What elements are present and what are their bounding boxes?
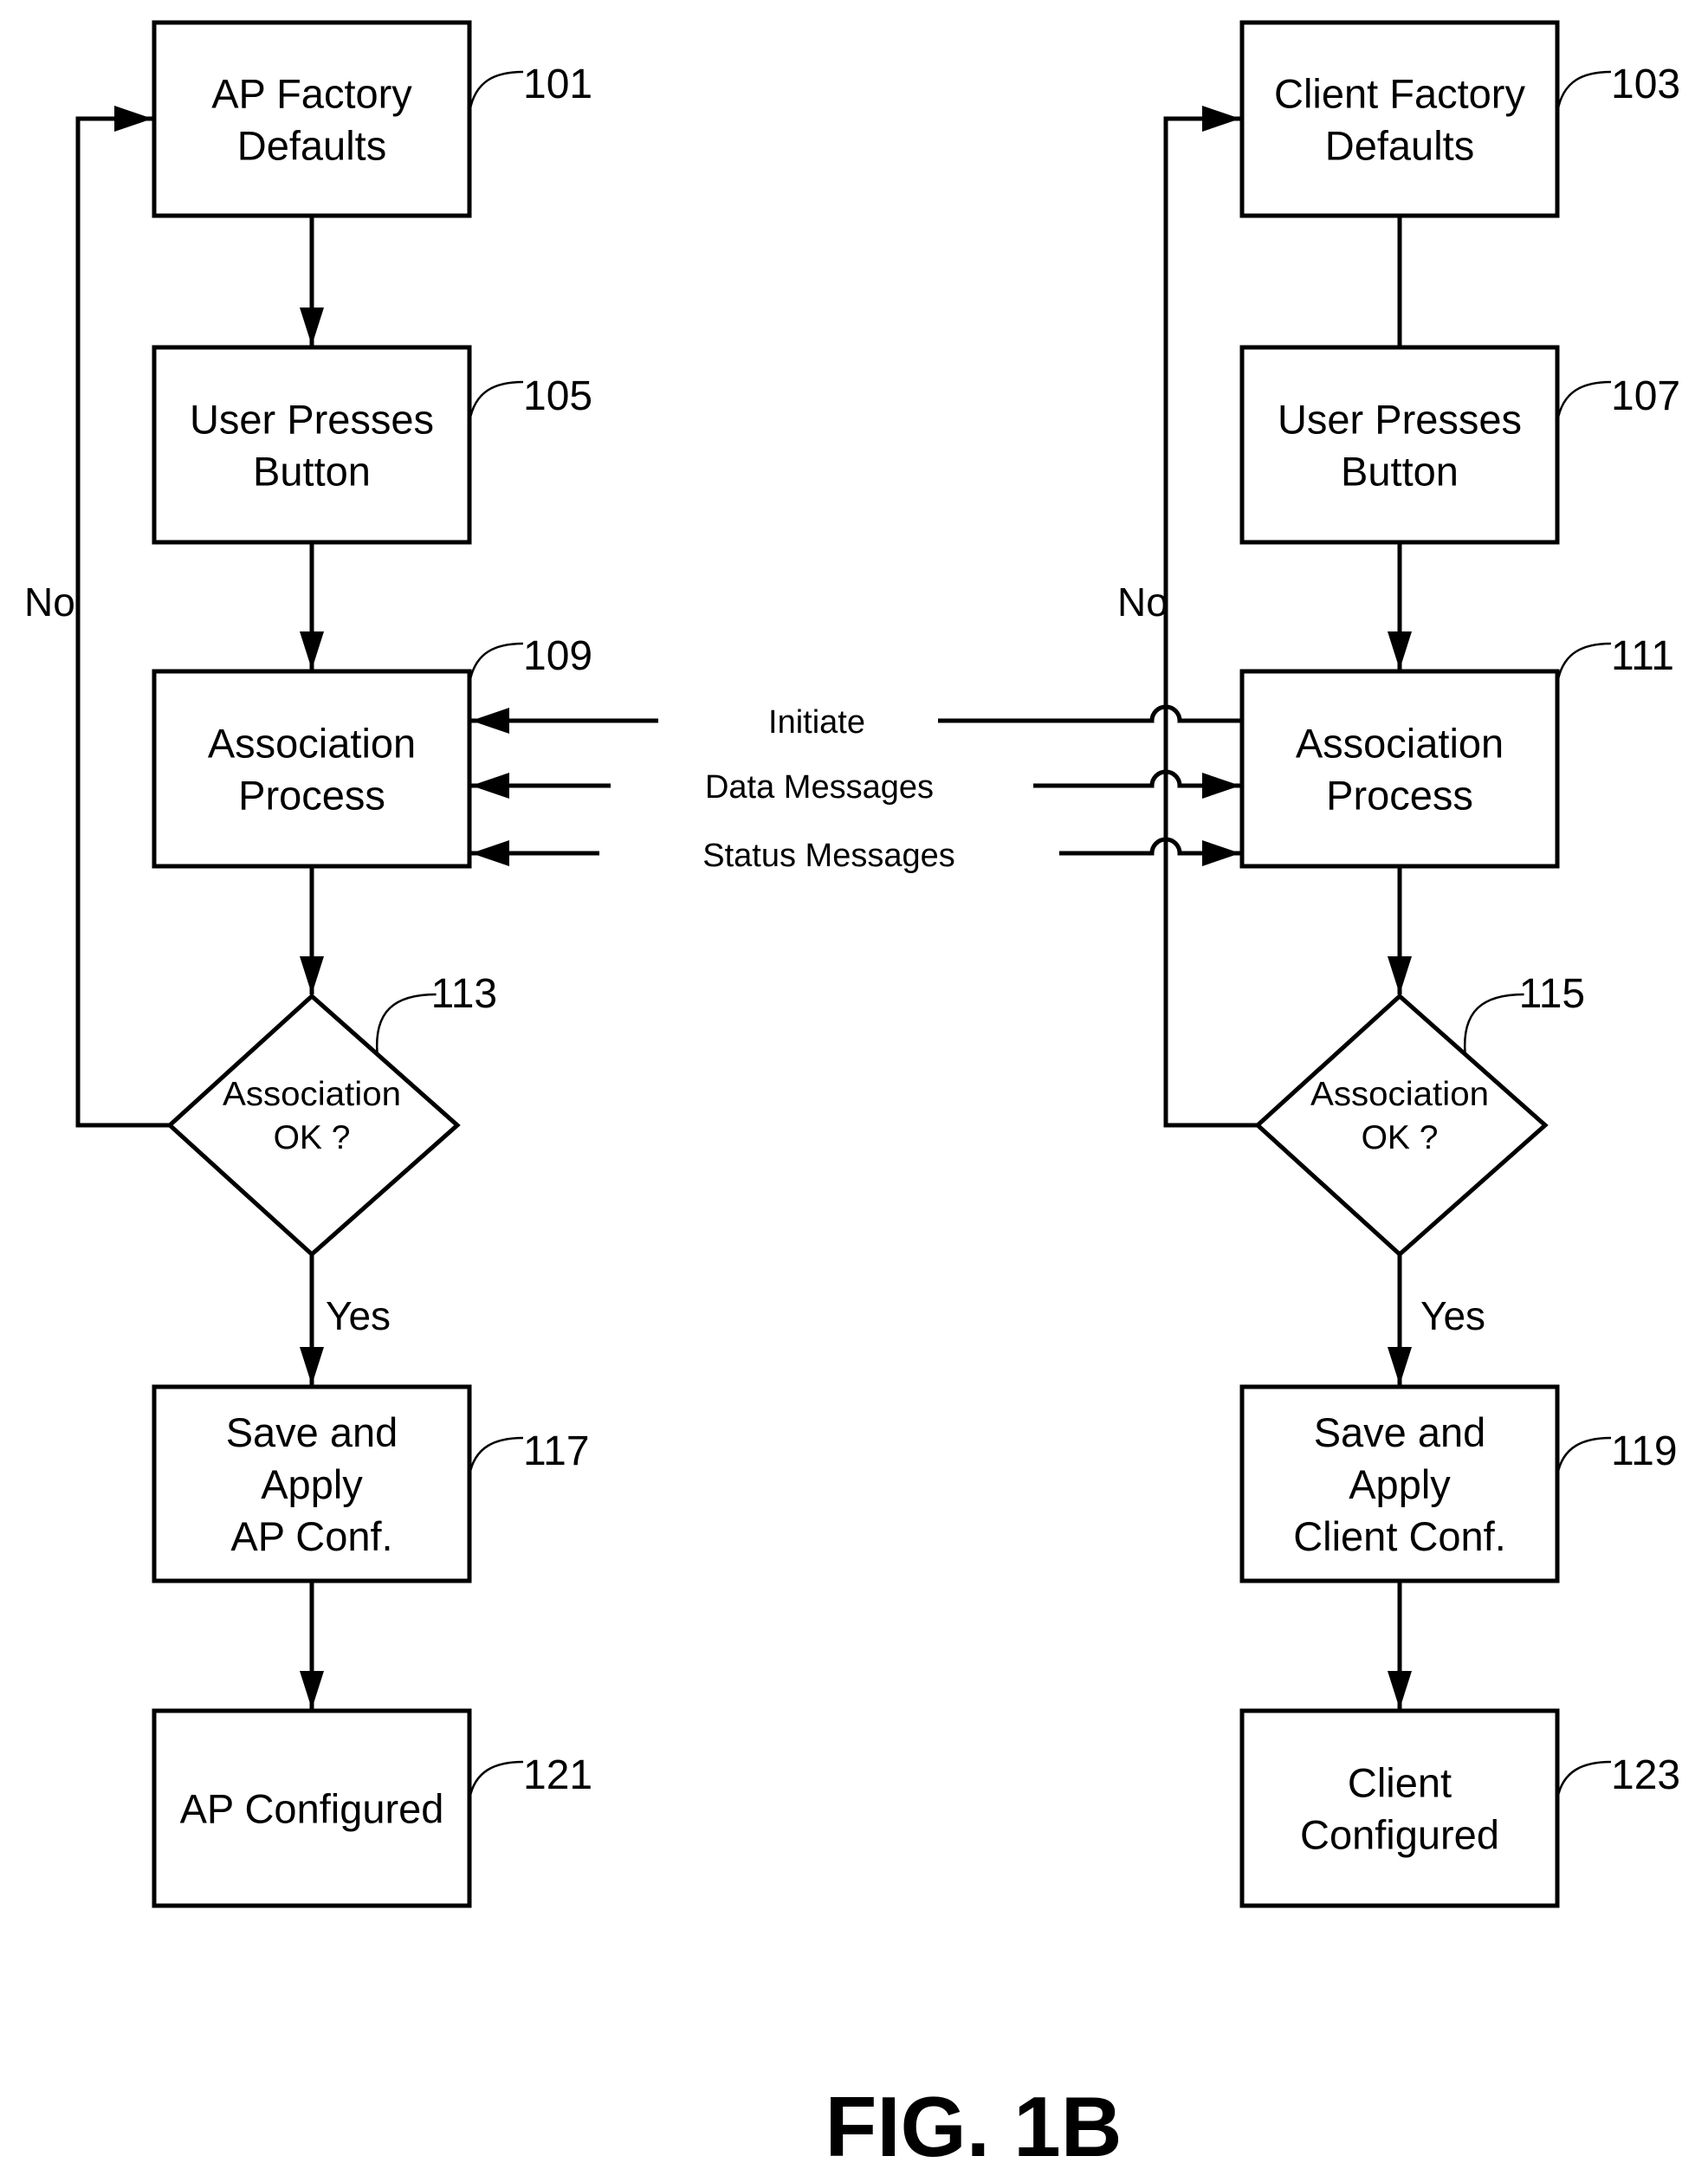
box-text-line: Association bbox=[1296, 721, 1504, 767]
box-outline bbox=[1239, 345, 1560, 545]
arrowhead-message-initiate bbox=[471, 708, 509, 734]
box-text-line: AP Factory bbox=[211, 71, 412, 117]
decision-text-line: OK ? bbox=[274, 1119, 351, 1156]
reference-leader-line bbox=[1556, 70, 1612, 113]
arrowhead-flow bbox=[300, 308, 324, 346]
process-box-109: Association Process 109 bbox=[152, 633, 592, 869]
box-text-line: Apply bbox=[261, 1461, 363, 1507]
arrowhead-flow bbox=[300, 1347, 324, 1385]
reference-leader-line bbox=[468, 70, 524, 113]
arrowhead-message-status-client bbox=[1202, 840, 1240, 866]
reference-number: 119 bbox=[1611, 1428, 1678, 1474]
flowchart-diagram: AP Factory Defaults 101 User Presses Button 1… bbox=[24, 20, 1680, 2174]
arrowhead-flow bbox=[300, 1671, 324, 1709]
box-outline bbox=[152, 345, 472, 545]
decision-113: Association OK ? 113 bbox=[166, 971, 498, 1258]
arrowhead-flow bbox=[1388, 956, 1412, 994]
box-text-line: Client Conf. bbox=[1293, 1513, 1506, 1559]
reference-number: 109 bbox=[523, 633, 592, 679]
process-box-103: Client Factory Defaults 103 bbox=[1239, 20, 1680, 218]
box-text-line: Configured bbox=[1300, 1812, 1499, 1858]
reference-number: 113 bbox=[431, 971, 498, 1017]
box-outline bbox=[152, 20, 472, 218]
yes-label-client: Yes bbox=[1420, 1293, 1485, 1338]
arrowhead-message-data bbox=[471, 773, 509, 799]
arrowhead-flow bbox=[300, 956, 324, 994]
arrowhead-message-status bbox=[471, 840, 509, 866]
box-outline bbox=[1239, 1708, 1560, 1908]
process-box-119: Save and Apply Client Conf. 119 bbox=[1239, 1384, 1678, 1583]
box-text-line: Defaults bbox=[1325, 123, 1474, 169]
process-box-105: User Presses Button 105 bbox=[152, 345, 592, 545]
node-layer: AP Factory Defaults 101 User Presses Button 1… bbox=[152, 20, 1680, 1908]
arrowhead-flow bbox=[1388, 631, 1412, 670]
process-box-117: Save and Apply AP Conf. 117 bbox=[152, 1384, 590, 1583]
arrowhead-flow bbox=[1388, 1671, 1412, 1709]
box-text-line: Association bbox=[208, 721, 416, 767]
reference-number: 123 bbox=[1611, 1752, 1680, 1798]
decision-text-line: OK ? bbox=[1362, 1119, 1439, 1156]
box-text-line: User Presses bbox=[1278, 397, 1522, 443]
process-box-123: Client Configured 123 bbox=[1239, 1708, 1680, 1908]
box-outline bbox=[1239, 669, 1560, 869]
reference-leader-line bbox=[1556, 380, 1612, 423]
process-box-107: User Presses Button 107 bbox=[1239, 345, 1680, 545]
arrowhead-no-loop bbox=[1202, 106, 1240, 132]
reference-leader-line bbox=[375, 993, 437, 1055]
reference-leader-line bbox=[1556, 642, 1612, 684]
box-text-line: AP Conf. bbox=[230, 1513, 392, 1559]
box-text-line: Client bbox=[1348, 1760, 1452, 1806]
arrowhead-no-loop bbox=[114, 106, 152, 132]
reference-number: 115 bbox=[1519, 971, 1586, 1017]
no-label-ap: No bbox=[24, 579, 75, 625]
reference-number: 105 bbox=[523, 373, 592, 419]
box-outline bbox=[152, 669, 472, 869]
box-text-line: Button bbox=[253, 449, 371, 495]
reference-leader-line bbox=[468, 1436, 524, 1476]
reference-leader-line bbox=[1556, 1760, 1612, 1800]
reference-number: 107 bbox=[1611, 373, 1680, 419]
process-box-111: Association Process 111 bbox=[1239, 633, 1674, 869]
box-text-line: Button bbox=[1341, 449, 1459, 495]
box-outline bbox=[1239, 20, 1560, 218]
message-label-data: Data Messages bbox=[705, 769, 934, 806]
reference-leader-line bbox=[468, 1760, 524, 1800]
box-text-line: Defaults bbox=[237, 123, 386, 169]
reference-number: 101 bbox=[523, 62, 592, 107]
arrowhead-flow bbox=[1388, 1347, 1412, 1385]
reference-leader-line bbox=[468, 380, 524, 423]
message-label-status: Status Messages bbox=[702, 838, 954, 874]
decision-text-line: Association bbox=[223, 1076, 401, 1113]
figure-label: FIG. 1B bbox=[825, 2079, 1122, 2174]
reference-leader-line bbox=[1556, 1436, 1612, 1476]
box-text-line: Process bbox=[1326, 773, 1473, 819]
reference-leader-line bbox=[468, 642, 524, 684]
decision-115: Association OK ? 115 bbox=[1254, 971, 1586, 1258]
box-text-line: Save and bbox=[226, 1409, 398, 1455]
reference-number: 103 bbox=[1611, 62, 1680, 107]
box-text-line: User Presses bbox=[190, 397, 434, 443]
arrowhead-message-data-client bbox=[1202, 773, 1240, 799]
decision-text-line: Association bbox=[1310, 1076, 1489, 1113]
reference-number: 121 bbox=[523, 1752, 592, 1798]
box-text-line: Process bbox=[238, 773, 385, 819]
message-line-hop-initiate bbox=[938, 704, 1242, 723]
message-label-initiate: Initiate bbox=[768, 704, 865, 741]
no-label-client: No bbox=[1117, 579, 1168, 625]
reference-leader-line bbox=[1463, 993, 1524, 1055]
no-loop-connector bbox=[75, 116, 170, 1128]
yes-label-ap: Yes bbox=[326, 1293, 391, 1338]
no-loop-connector bbox=[1163, 116, 1258, 1128]
box-text-line: Apply bbox=[1349, 1461, 1451, 1507]
reference-number: 111 bbox=[1611, 633, 1674, 679]
arrowhead-flow bbox=[300, 631, 324, 670]
box-text-line: Save and bbox=[1314, 1409, 1486, 1455]
reference-number: 117 bbox=[523, 1428, 590, 1474]
process-box-101: AP Factory Defaults 101 bbox=[152, 20, 592, 218]
box-text-line: AP Configured bbox=[180, 1786, 444, 1832]
box-text-line: Client Factory bbox=[1274, 71, 1525, 117]
process-box-121: AP Configured 121 bbox=[152, 1708, 592, 1908]
